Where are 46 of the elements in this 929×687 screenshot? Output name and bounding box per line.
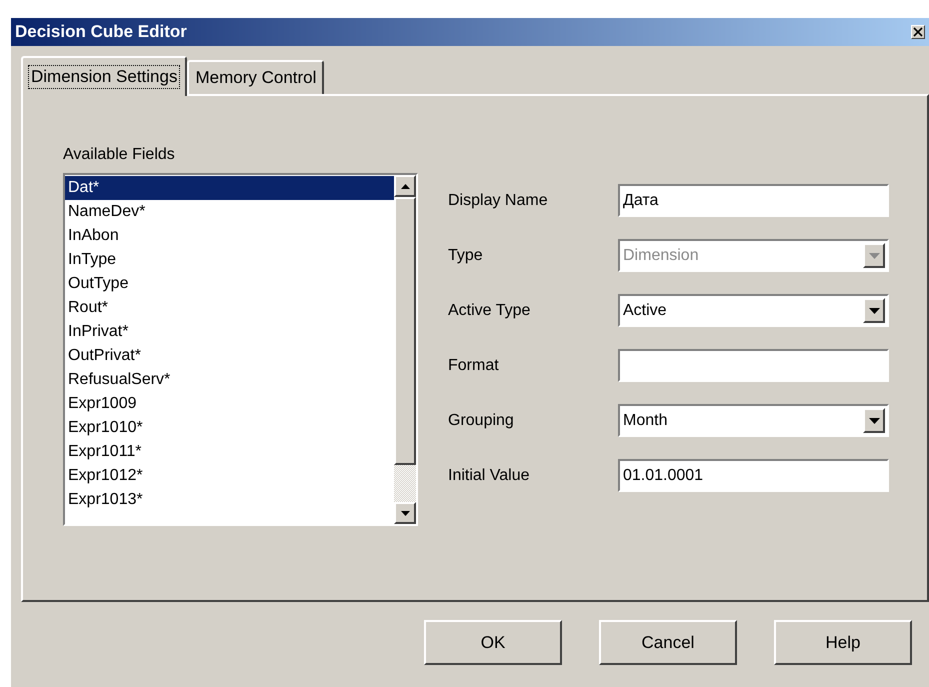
- list-item[interactable]: NameDev*: [65, 200, 394, 224]
- down-arrow-icon: [400, 510, 410, 516]
- window-title: Decision Cube Editor: [15, 22, 187, 42]
- tab[interactable]: Memory Control: [187, 60, 324, 94]
- list-item[interactable]: Dat*: [65, 176, 394, 200]
- dialog-button[interactable]: OK: [424, 620, 562, 665]
- list-item[interactable]: Expr1013*: [65, 488, 394, 512]
- list-item[interactable]: Expr1011*: [65, 440, 394, 464]
- dropdown[interactable]: Active: [618, 294, 889, 327]
- dropdown-button[interactable]: [863, 298, 885, 323]
- input-field[interactable]: [618, 349, 889, 382]
- dropdown-button[interactable]: [863, 408, 885, 433]
- dialog-button[interactable]: Cancel: [599, 620, 737, 665]
- list-item[interactable]: InAbon: [65, 224, 394, 248]
- list-box[interactable]: Dat* NameDev* InAbon InType OutType Rout* InPrivat* OutPrivat* RefusualServ* Expr1009 Expr1010* Expr1011* Expr1012* Expr1013*: [63, 173, 418, 526]
- close-icon: [913, 27, 923, 37]
- list-item[interactable]: Expr1010*: [65, 416, 394, 440]
- scroll-up-button[interactable]: [394, 175, 416, 197]
- field-label: Initial Value: [448, 466, 531, 484]
- list-item[interactable]: OutPrivat*: [65, 344, 394, 368]
- scroll-down-button[interactable]: [394, 502, 416, 524]
- field-label: Type: [448, 246, 484, 264]
- field-label: Active Type: [448, 302, 532, 320]
- list-item[interactable]: Expr1012*: [65, 464, 394, 488]
- list-item[interactable]: InType: [65, 248, 394, 272]
- list-label: Available Fields: [63, 146, 176, 163]
- field-label: Grouping: [448, 412, 515, 430]
- list-item[interactable]: InPrivat*: [65, 320, 394, 344]
- dialog-button[interactable]: Help: [774, 620, 912, 665]
- close-button[interactable]: [911, 25, 925, 39]
- input-field[interactable]: 01.01.0001: [618, 459, 889, 492]
- list-item[interactable]: Expr1009: [65, 392, 394, 416]
- input-field[interactable]: Дата: [618, 184, 889, 217]
- caret-icon: [868, 252, 880, 258]
- field-label: Format: [448, 356, 500, 374]
- tab[interactable]: Dimension Settings: [21, 56, 188, 96]
- scrollbar[interactable]: [394, 175, 416, 524]
- up-arrow-icon: [400, 184, 410, 188]
- field-label: Display Name: [448, 192, 549, 210]
- caret-icon: [868, 308, 880, 314]
- caret-icon: [868, 418, 880, 424]
- dropdown[interactable]: Month: [618, 404, 889, 437]
- scroll-thumb[interactable]: [394, 197, 416, 465]
- list-item[interactable]: Rout*: [65, 296, 394, 320]
- list-item[interactable]: RefusualServ*: [65, 368, 394, 392]
- list-item[interactable]: OutType: [65, 272, 394, 296]
